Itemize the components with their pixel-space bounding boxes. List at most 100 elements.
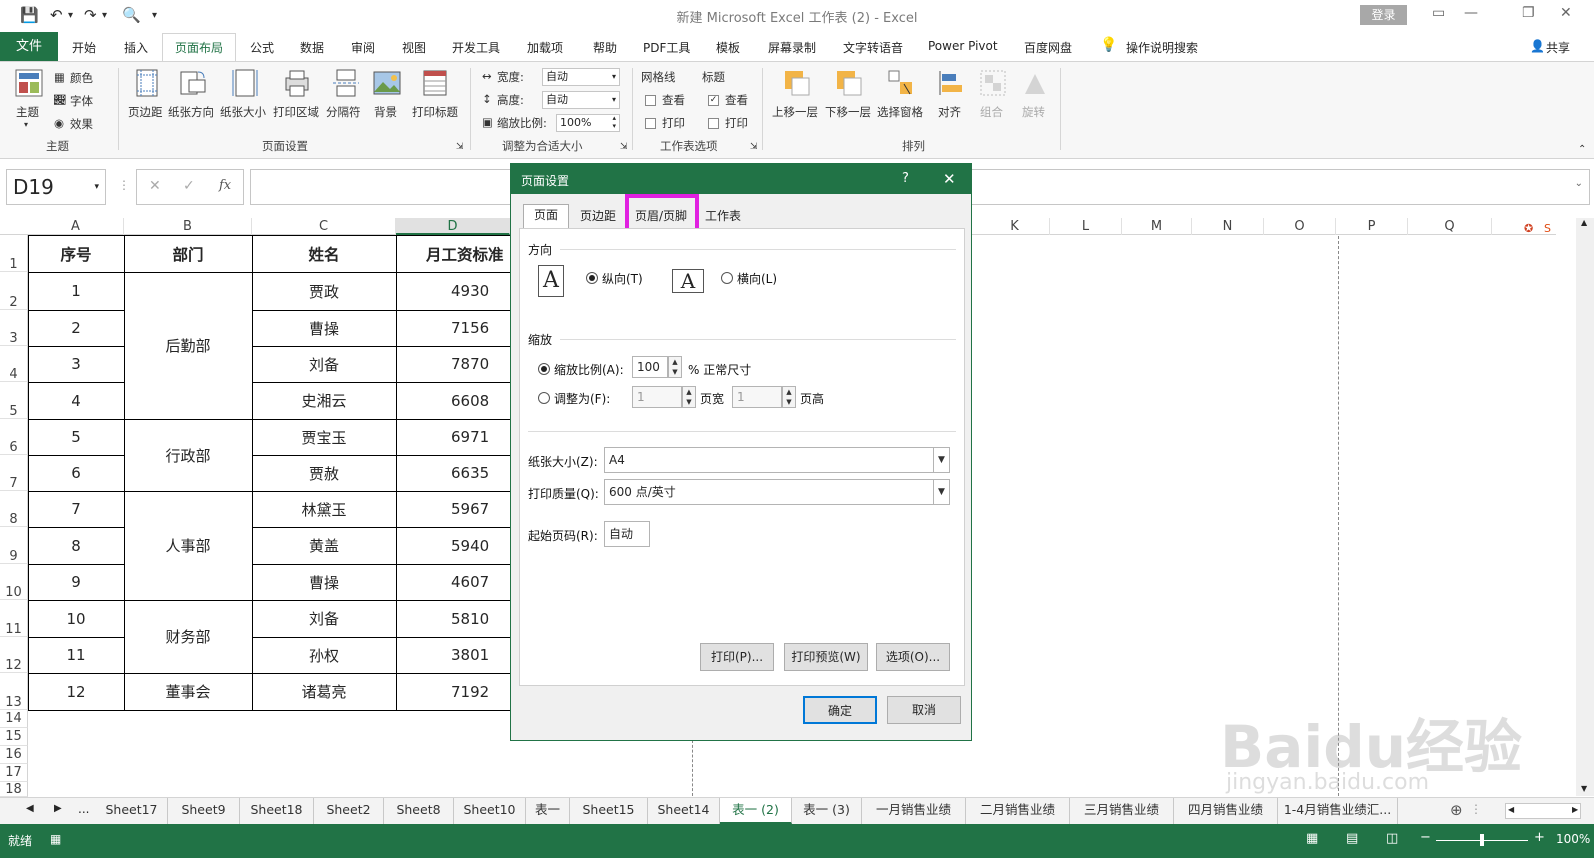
print-titles-button[interactable]: 打印标题 (412, 104, 458, 120)
salary-cell[interactable]: 5967 (396, 491, 510, 527)
align-button[interactable]: 对齐 (938, 104, 961, 120)
print-button[interactable]: 打印(P)... (700, 643, 774, 671)
sheet-tab[interactable]: 三月销售业绩 (1070, 798, 1174, 824)
tab-templates[interactable]: 模板 (716, 39, 740, 56)
seq-cell[interactable]: 7 (28, 491, 124, 527)
column-header-p[interactable]: P (1336, 218, 1408, 235)
bring-forward-button[interactable]: 上移一层 (772, 104, 818, 120)
column-header-k[interactable]: K (980, 218, 1050, 235)
page-setup-launcher-icon[interactable]: ⇲ (456, 142, 464, 152)
next-sheet-icon[interactable]: ▶ (54, 803, 62, 814)
pages-wide-spinner[interactable]: ▲ ▼ (682, 386, 696, 408)
column-header-m[interactable]: M (1122, 218, 1192, 235)
effects-button[interactable]: 效果 (70, 116, 93, 132)
portrait-radio[interactable] (586, 272, 598, 284)
background-icon[interactable] (372, 68, 402, 98)
column-header-d[interactable]: D (396, 218, 510, 235)
dialog-tab-sheet[interactable]: 工作表 (699, 206, 747, 228)
page-layout-view-icon[interactable]: ▤ (1346, 831, 1358, 846)
row-header[interactable]: 6 (0, 419, 28, 455)
sheet-tab[interactable]: Sheet18 (240, 798, 314, 824)
dialog-tab-margins[interactable]: 页边距 (573, 206, 623, 228)
scale-spinner-icon[interactable]: ▴ ▾ (612, 114, 616, 130)
selection-pane-icon[interactable] (886, 68, 916, 98)
tab-addins[interactable]: 加载项 (527, 39, 563, 56)
print-quality-dropdown-icon[interactable]: ▼ (933, 480, 949, 504)
selection-pane-button[interactable]: 选择窗格 (877, 104, 923, 120)
dialog-close-button[interactable]: ✕ (943, 170, 956, 188)
align-icon[interactable] (936, 68, 966, 98)
tab-data[interactable]: 数据 (300, 39, 324, 56)
orientation-icon[interactable] (178, 68, 208, 98)
row-header[interactable]: 18 (0, 782, 28, 797)
send-backward-button[interactable]: 下移一层 (825, 104, 871, 120)
ribbon-display-icon[interactable]: ▭ (1432, 5, 1445, 21)
fit-to-label[interactable]: 调整为(F): (554, 390, 610, 407)
sheet-tab[interactable]: Sheet10 (454, 798, 526, 824)
print-preview-button[interactable]: 打印预览(W) (784, 643, 868, 671)
tab-baidu-netdisk[interactable]: 百度网盘 (1024, 39, 1072, 56)
tab-file[interactable]: 文件 (0, 32, 58, 62)
margins-icon[interactable] (132, 68, 162, 98)
row-header[interactable]: 17 (0, 764, 28, 782)
restore-icon[interactable]: ❐ (1522, 5, 1535, 21)
sheet-tab[interactable]: 表一 (3) (792, 798, 862, 824)
vertical-scrollbar[interactable]: ▲ ▼ (1576, 218, 1594, 796)
dialog-help-button[interactable]: ? (902, 171, 909, 186)
tab-screen-record[interactable]: 屏幕录制 (768, 39, 816, 56)
row-header[interactable]: 12 (0, 637, 28, 673)
prev-sheet-icon[interactable]: ◀ (26, 803, 34, 814)
portrait-label[interactable]: 纵向(T) (602, 270, 643, 287)
name-cell[interactable]: 曹操 (252, 564, 396, 600)
pages-tall-input[interactable]: 1 (732, 386, 782, 408)
dialog-tab-page[interactable]: 页面 (523, 204, 569, 228)
breaks-icon[interactable] (331, 68, 361, 98)
scroll-up-icon[interactable]: ▲ (1581, 218, 1587, 227)
tab-developer[interactable]: 开发工具 (452, 39, 500, 56)
sheet-tab[interactable]: 一月销售业绩 (862, 798, 966, 824)
dept-cell[interactable]: 人事部 (124, 491, 252, 600)
normal-view-icon[interactable]: ▦ (1306, 831, 1318, 846)
confirm-entry-icon[interactable]: ✓ (183, 178, 195, 194)
column-header-o[interactable]: O (1264, 218, 1336, 235)
scroll-right-icon[interactable]: ▶ (1572, 805, 1578, 814)
adjust-to-radio[interactable] (538, 363, 550, 375)
scale-launcher-icon[interactable]: ⇲ (620, 142, 628, 152)
name-cell[interactable]: 贾赦 (252, 455, 396, 491)
sheet-tab[interactable]: Sheet15 (570, 798, 648, 824)
sheet-tab[interactable]: 1-4月销售业绩汇... (1278, 798, 1398, 824)
name-cell[interactable]: 贾政 (252, 272, 396, 310)
column-header-a[interactable]: A (28, 218, 124, 235)
row-header[interactable]: 8 (0, 491, 28, 527)
minimize-icon[interactable]: — (1464, 5, 1478, 21)
tab-text-to-speech[interactable]: 文字转语音 (843, 39, 903, 56)
sheet-tab-splitter[interactable]: ⋮ (1470, 802, 1482, 816)
seq-cell[interactable]: 6 (28, 455, 124, 491)
salary-cell[interactable]: 6971 (396, 419, 510, 455)
salary-cell[interactable]: 4607 (396, 564, 510, 600)
sheet-tab[interactable]: Sheet9 (168, 798, 240, 824)
sheet-tab-active[interactable]: 表一 (2) (720, 798, 792, 824)
scroll-down-icon[interactable]: ▼ (1581, 784, 1587, 793)
print-quality-select[interactable]: 600 点/英寸 ▼ (604, 479, 950, 505)
row-header[interactable]: 3 (0, 310, 28, 346)
themes-button-label[interactable]: 主题 (16, 104, 39, 120)
page-break-view-icon[interactable]: ◫ (1386, 831, 1398, 846)
sogou-icon[interactable]: S (1544, 222, 1558, 235)
dept-cell[interactable]: 行政部 (124, 419, 252, 491)
tab-review[interactable]: 审阅 (351, 39, 375, 56)
tab-insert[interactable]: 插入 (124, 39, 148, 56)
more-sheets-icon[interactable]: ... (78, 802, 89, 816)
seq-cell[interactable]: 1 (28, 272, 124, 310)
tab-page-layout[interactable]: 页面布局 (162, 33, 236, 63)
salary-cell[interactable]: 7192 (396, 673, 510, 710)
close-window-icon[interactable]: ✕ (1560, 5, 1572, 21)
name-cell[interactable]: 曹操 (252, 310, 396, 346)
tab-view[interactable]: 视图 (402, 39, 426, 56)
name-cell[interactable]: 诸葛亮 (252, 673, 396, 710)
table-header-cell[interactable]: 序号 (28, 235, 124, 272)
dept-cell[interactable]: 财务部 (124, 600, 252, 673)
seq-cell[interactable]: 11 (28, 637, 124, 673)
row-header[interactable]: 1 (0, 235, 28, 272)
pages-tall-spinner[interactable]: ▲ ▼ (782, 386, 796, 408)
